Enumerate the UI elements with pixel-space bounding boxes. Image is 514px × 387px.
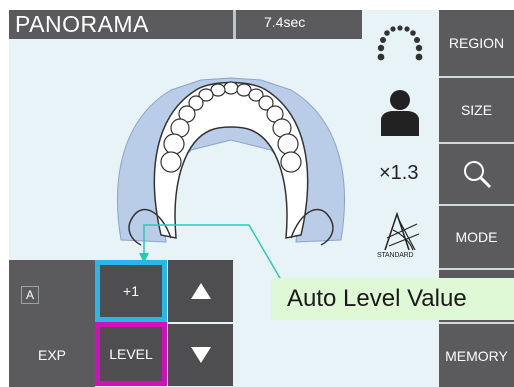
mode-button[interactable]: MODE <box>439 206 514 268</box>
auto-level-callout: Auto Level Value <box>271 278 514 320</box>
region-button[interactable]: REGION <box>439 10 514 76</box>
level-value: +1 <box>123 283 139 299</box>
magnifier-icon <box>463 161 491 189</box>
patient-size-icon <box>381 90 419 136</box>
auto-badge: A <box>21 286 39 304</box>
panorama-screen: PANORAMA 7.4sec REGION SIZE MODE MEMORY … <box>9 10 514 387</box>
exposure-time: 7.4sec <box>236 10 362 39</box>
size-label: SIZE <box>460 102 493 118</box>
memory-button[interactable]: MEMORY <box>439 324 514 387</box>
size-button[interactable]: SIZE <box>439 78 514 142</box>
region-label: REGION <box>448 35 505 51</box>
level-down-button[interactable] <box>168 324 233 386</box>
magnification-value: ×1.3 <box>379 162 419 184</box>
standard-mode-icon <box>384 211 420 251</box>
arch-region-icon <box>377 25 423 61</box>
exp-label: EXP <box>37 347 66 363</box>
triangle-down-icon <box>190 347 211 363</box>
memory-label: MEMORY <box>445 347 508 364</box>
level-value-display: +1 <box>95 260 167 322</box>
level-up-button[interactable] <box>168 260 233 322</box>
standard-caption: STANDARD <box>377 252 414 259</box>
mode-label: MODE <box>455 229 498 245</box>
mode-title: PANORAMA <box>9 10 233 39</box>
exp-button[interactable]: EXP <box>9 324 95 386</box>
level-label: LEVEL <box>109 346 153 362</box>
level-button[interactable]: LEVEL <box>95 322 167 386</box>
zoom-button[interactable] <box>439 144 514 204</box>
triangle-up-icon <box>190 283 211 299</box>
